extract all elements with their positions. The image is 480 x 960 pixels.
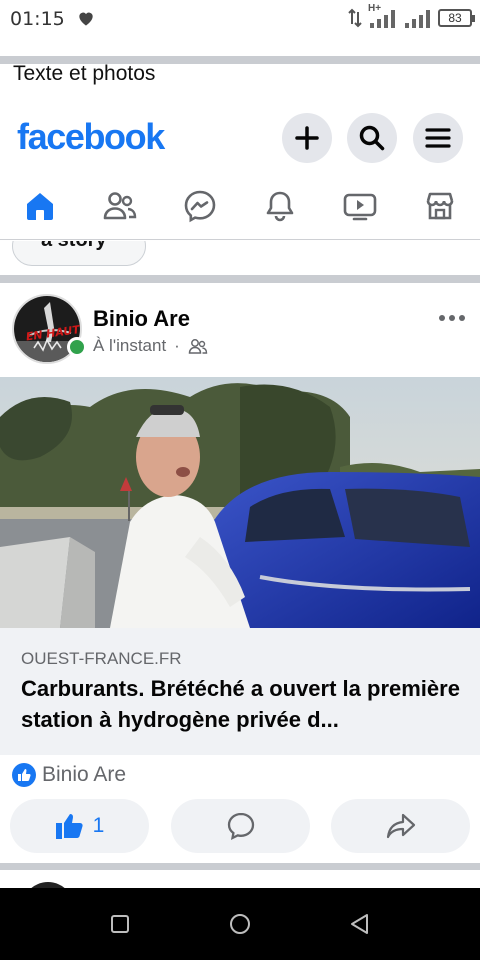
- battery-indicator: 83: [438, 9, 475, 27]
- link-preview-image[interactable]: [0, 377, 480, 628]
- system-navigation-bar: [0, 888, 480, 960]
- story-button-label: a story: [41, 241, 107, 252]
- composer-prompt-text: Texte et photos: [13, 64, 156, 85]
- online-status-dot: [67, 337, 87, 357]
- search-icon: [359, 125, 385, 151]
- post-timestamp[interactable]: À l'instant: [93, 336, 166, 356]
- create-button[interactable]: [282, 113, 332, 163]
- post-meta: À l'instant ·: [93, 336, 208, 356]
- bell-icon: [266, 191, 294, 222]
- friends-icon: [103, 192, 137, 220]
- status-bar: 01:15 H+ 83: [0, 0, 480, 38]
- feed-divider-bottom: [0, 863, 480, 870]
- like-count: 1: [92, 814, 105, 837]
- like-button[interactable]: 1: [10, 799, 149, 853]
- story-strip: a story: [0, 241, 480, 275]
- data-transfer-icon: [348, 8, 362, 28]
- reactions-summary[interactable]: Binio Are: [12, 763, 126, 787]
- marketplace-icon: [426, 192, 454, 220]
- home-icon: [27, 193, 53, 220]
- recents-icon[interactable]: [108, 912, 132, 936]
- hamburger-icon: [425, 128, 451, 148]
- app-header: facebook: [0, 98, 480, 180]
- article-photo: [0, 377, 480, 628]
- friends-icon[interactable]: [188, 337, 208, 355]
- feed-post: EN HAUT Binio Are À l'instant · OUEST-FR…: [0, 283, 480, 863]
- comment-button[interactable]: [171, 799, 310, 853]
- link-preview[interactable]: OUEST-FRANCE.FR Carburants. Brétéché a o…: [0, 628, 480, 755]
- link-title: Carburants. Brétéché a ouvert la premièr…: [21, 676, 460, 732]
- plus-icon: [295, 126, 319, 150]
- composer-prompt[interactable]: Texte et photos: [0, 64, 480, 86]
- search-button[interactable]: [347, 113, 397, 163]
- main-tabs: [0, 180, 480, 240]
- home-nav-icon[interactable]: [228, 912, 252, 936]
- heart-icon: [79, 12, 93, 26]
- next-post-peek: [0, 870, 480, 888]
- tab-video[interactable]: [340, 186, 380, 226]
- status-indicators: H+ 83: [348, 3, 475, 30]
- status-time: 01:15: [10, 8, 65, 30]
- facebook-logo[interactable]: facebook: [17, 116, 165, 158]
- meta-separator: ·: [174, 336, 180, 355]
- top-divider: [0, 56, 480, 64]
- share-button[interactable]: [331, 799, 470, 853]
- thumbs-up-icon: [55, 814, 83, 839]
- like-reaction-icon: [12, 763, 36, 787]
- tab-home[interactable]: [20, 186, 60, 226]
- share-icon: [386, 813, 415, 839]
- reaction-names: Binio Are: [42, 763, 127, 786]
- signal-1-icon: H+: [368, 3, 398, 29]
- tab-marketplace[interactable]: [420, 186, 460, 226]
- create-story-button[interactable]: a story: [12, 241, 146, 266]
- post-author[interactable]: Binio Are: [93, 306, 190, 332]
- tab-messenger[interactable]: [180, 186, 220, 226]
- messenger-icon: [184, 190, 216, 223]
- comment-icon: [227, 812, 254, 841]
- post-actions: 1: [0, 799, 480, 853]
- tab-friends[interactable]: [100, 186, 140, 226]
- more-options-icon[interactable]: [438, 313, 466, 323]
- menu-button[interactable]: [413, 113, 463, 163]
- link-domain: OUEST-FRANCE.FR: [21, 649, 182, 668]
- feed-divider: [0, 275, 480, 283]
- video-icon: [343, 193, 377, 221]
- back-icon[interactable]: [348, 912, 372, 936]
- tab-notifications[interactable]: [260, 186, 300, 226]
- signal-2-icon: [405, 10, 430, 28]
